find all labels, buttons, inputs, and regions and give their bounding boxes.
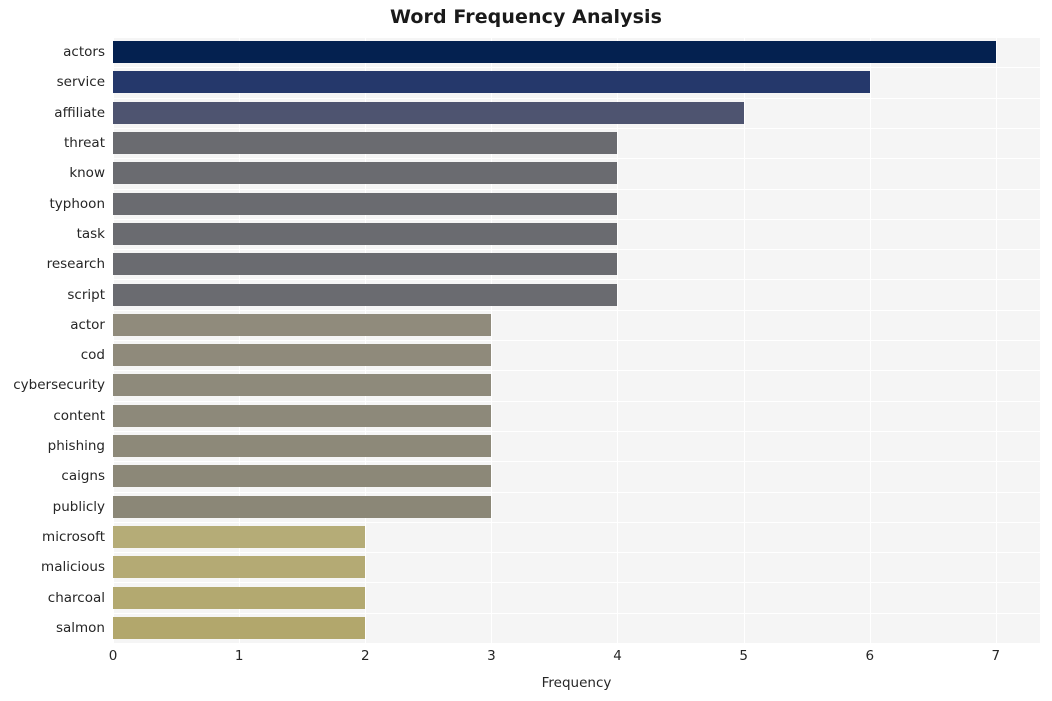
gridline-horizontal — [113, 189, 1040, 190]
y-tick-label: phishing — [47, 438, 105, 455]
y-tick-label: content — [53, 407, 105, 424]
y-tick-label: script — [67, 286, 105, 303]
y-tick-label: salmon — [55, 619, 105, 636]
y-tick-label: actor — [70, 316, 105, 333]
y-tick-label: publicly — [52, 498, 105, 515]
y-tick-label: cod — [80, 347, 105, 364]
gridline-horizontal — [113, 340, 1040, 341]
gridline-horizontal — [113, 552, 1040, 553]
x-tick-label: 2 — [360, 648, 370, 664]
y-tick-label: threat — [64, 135, 105, 152]
gridline-horizontal — [113, 310, 1040, 311]
y-tick-label: research — [46, 256, 105, 273]
y-tick-label: typhoon — [49, 195, 105, 212]
gridline-horizontal — [113, 613, 1040, 614]
bar[interactable] — [113, 192, 618, 215]
x-tick-label: 3 — [487, 648, 496, 664]
gridline-horizontal — [113, 219, 1040, 220]
y-tick-label: cybersecurity — [13, 377, 105, 394]
y-tick-label: charcoal — [47, 589, 105, 606]
bar[interactable] — [113, 495, 492, 518]
bar[interactable] — [113, 344, 492, 367]
x-axis-label: Frequency — [541, 675, 612, 691]
y-tick-label: microsoft — [42, 528, 105, 545]
bar[interactable] — [113, 556, 366, 579]
gridline-horizontal — [113, 249, 1040, 250]
bar[interactable] — [113, 586, 366, 609]
bar[interactable] — [113, 132, 618, 155]
y-tick-label: task — [76, 225, 105, 242]
x-tick-label: 1 — [234, 648, 244, 664]
y-tick-label: service — [56, 74, 105, 91]
y-tick-label: actors — [63, 44, 105, 61]
bar[interactable] — [113, 101, 744, 124]
y-axis-tick-labels: actors service affiliate threat know typhoon t… — [0, 37, 105, 643]
chart-figure: Word Frequency Analysis actors service aff… — [0, 0, 1052, 701]
x-tick-label: 5 — [739, 648, 748, 664]
x-tick-label: 7 — [991, 648, 1001, 664]
x-tick-label: 4 — [613, 648, 622, 664]
gridline-horizontal — [113, 492, 1040, 493]
bar[interactable] — [113, 435, 492, 458]
bar[interactable] — [113, 71, 870, 94]
gridline-horizontal — [113, 128, 1040, 129]
gridline-horizontal — [113, 98, 1040, 99]
bar[interactable] — [113, 465, 492, 488]
y-tick-label: malicious — [41, 559, 105, 576]
bar[interactable] — [113, 253, 618, 276]
bar[interactable] — [113, 283, 618, 306]
bar[interactable] — [113, 404, 492, 427]
bar[interactable] — [113, 616, 366, 639]
bar[interactable] — [113, 41, 996, 64]
gridline-horizontal — [113, 582, 1040, 583]
gridline-horizontal — [113, 279, 1040, 280]
bar[interactable] — [113, 222, 618, 245]
y-tick-label: caigns — [61, 468, 105, 485]
gridline-horizontal — [113, 401, 1040, 402]
x-axis-tick-labels: 0 1 2 3 4 5 6 7 — [0, 648, 1052, 670]
x-tick-label: 6 — [865, 648, 875, 664]
x-tick-label: 0 — [108, 648, 118, 664]
chart-title: Word Frequency Analysis — [389, 6, 663, 28]
plot-area — [113, 37, 1040, 643]
bar[interactable] — [113, 374, 492, 397]
bar[interactable] — [113, 313, 492, 336]
gridline-horizontal — [113, 37, 1040, 38]
gridline-horizontal — [113, 67, 1040, 68]
gridline-horizontal — [113, 522, 1040, 523]
y-tick-label: know — [69, 165, 105, 182]
bar[interactable] — [113, 525, 366, 548]
gridline-horizontal — [113, 431, 1040, 432]
bar[interactable] — [113, 162, 618, 185]
gridline-horizontal — [113, 370, 1040, 371]
y-tick-label: affiliate — [54, 104, 105, 121]
gridline-horizontal — [113, 158, 1040, 159]
gridline-horizontal — [113, 461, 1040, 462]
